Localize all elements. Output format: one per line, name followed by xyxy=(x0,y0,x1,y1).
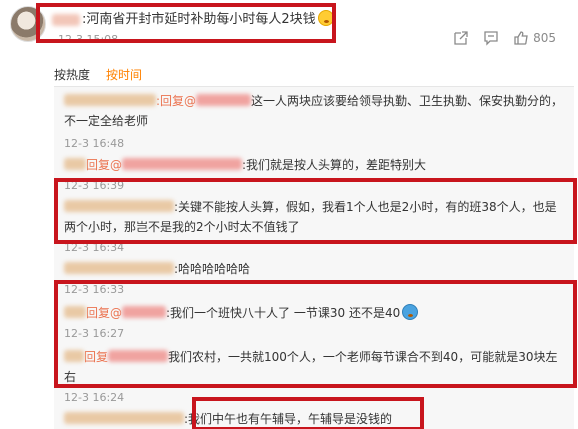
commenter-name[interactable] xyxy=(64,158,86,170)
comment-item: :哈哈哈哈哈哈 xyxy=(64,259,566,279)
comment-item: :回复@ 这一人两块应该要给领导执勤、卫生执勤、保安执勤分的，不一定全给老师 xyxy=(64,91,566,131)
highlight-box xyxy=(192,397,424,429)
highlight-box xyxy=(54,280,577,388)
commenter-name[interactable] xyxy=(64,412,184,424)
reply-label[interactable]: :回复@ xyxy=(156,94,196,108)
comment-text: :哈哈哈哈哈哈 xyxy=(174,262,251,276)
thumbs-up-icon xyxy=(513,30,529,46)
commenter-name[interactable] xyxy=(64,94,156,106)
comment-icon[interactable] xyxy=(483,30,499,46)
reply-label[interactable]: 回复@ xyxy=(86,158,122,172)
commenter-name[interactable] xyxy=(64,262,174,274)
like-button[interactable]: 805 xyxy=(513,30,556,46)
mention-user[interactable] xyxy=(196,94,252,106)
highlight-box xyxy=(36,3,336,43)
post-actions: 805 xyxy=(453,30,556,46)
highlight-box xyxy=(54,178,577,244)
share-icon[interactable] xyxy=(453,30,469,46)
comment-time: 12-3 16:24 xyxy=(64,391,125,404)
like-count: 805 xyxy=(533,31,556,45)
comment-item: 回复@ :我们就是按人头算的，差距特别大 xyxy=(64,155,566,175)
comment-time: 12-3 16:48 xyxy=(64,137,125,150)
mention-user[interactable] xyxy=(122,158,243,170)
comment-text: :我们就是按人头算的，差距特别大 xyxy=(242,158,427,172)
